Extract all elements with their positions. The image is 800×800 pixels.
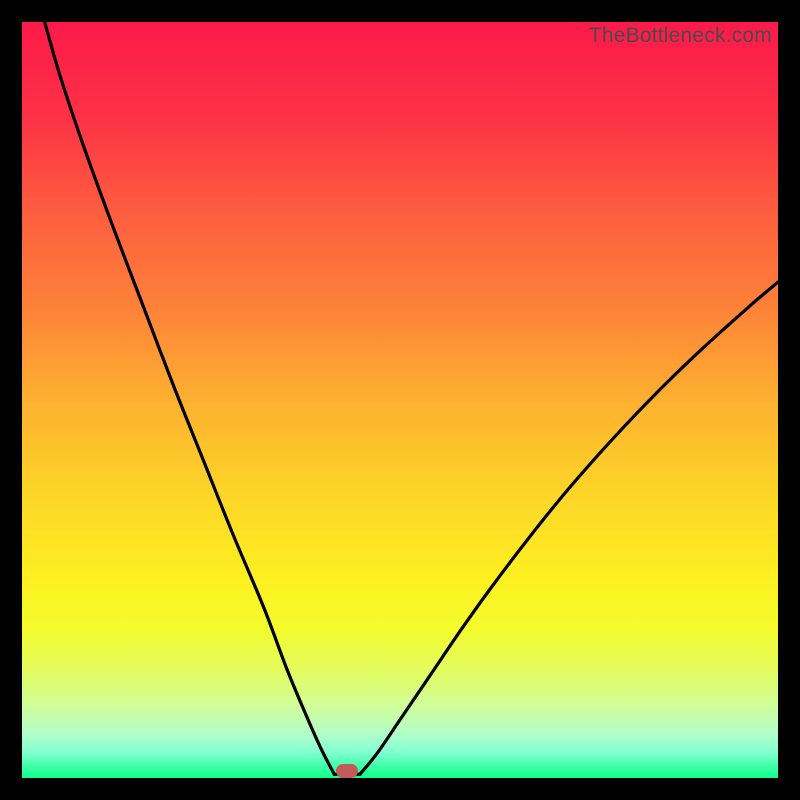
watermark-label: TheBottleneck.com	[589, 24, 772, 48]
bottleneck-curve	[22, 22, 778, 778]
plot-area: TheBottleneck.com	[22, 22, 778, 778]
bottleneck-marker	[336, 764, 358, 778]
chart-frame: TheBottleneck.com	[0, 0, 800, 800]
